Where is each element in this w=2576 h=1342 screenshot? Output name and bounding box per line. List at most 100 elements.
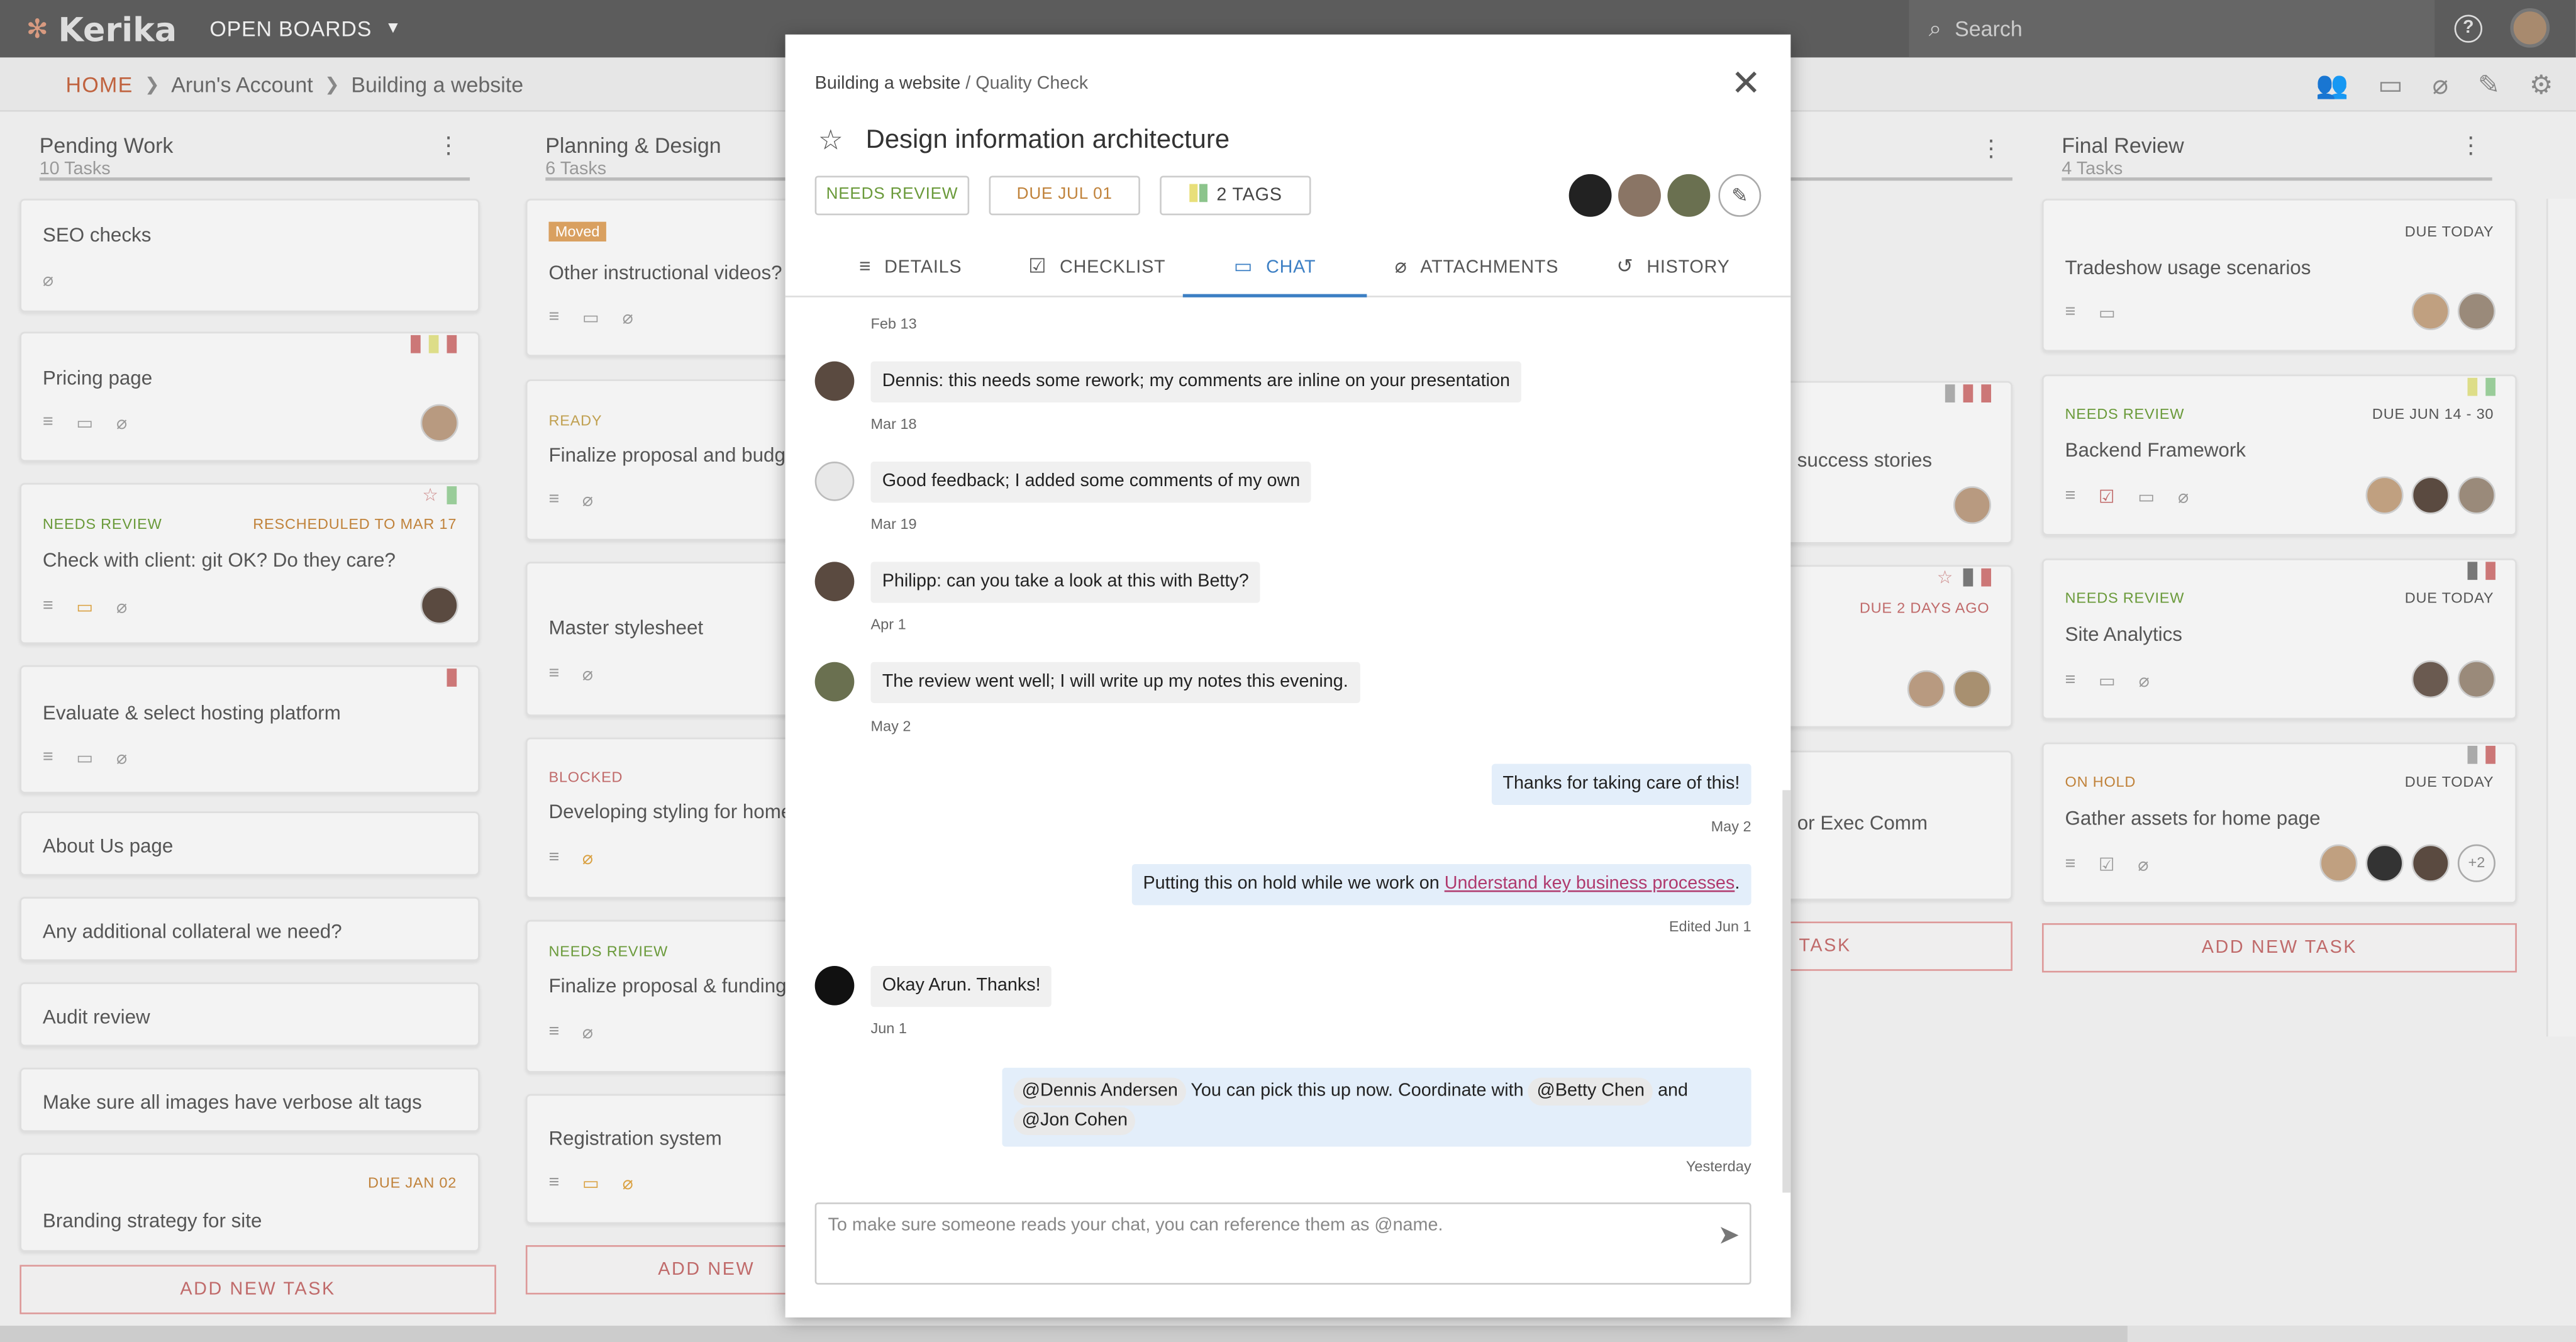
- tab-details[interactable]: ≡ DETAILS: [859, 238, 962, 297]
- task-card[interactable]: DUE JAN 02 Branding strategy for site: [19, 1153, 480, 1252]
- member-avatar[interactable]: [1568, 174, 1612, 217]
- tag-flag: [447, 486, 457, 504]
- card-icons: ≡ ▭ ⌀: [43, 748, 127, 769]
- chat-message-mine: @Dennis Andersen You can pick this up no…: [1002, 1067, 1752, 1147]
- modal-crumb-board[interactable]: Building a website: [815, 74, 961, 94]
- tab-checklist[interactable]: ☑ CHECKLIST: [1028, 238, 1165, 297]
- mention[interactable]: @Dennis Andersen: [1013, 1077, 1186, 1106]
- attachment-icon: ⌀: [116, 749, 128, 769]
- more-members-badge[interactable]: +2: [2457, 844, 2496, 882]
- task-card[interactable]: NEEDS REVIEW DUE JUN 14 - 30 Backend Fra…: [2041, 374, 2517, 536]
- tags-badge[interactable]: 2 TAGS: [1160, 175, 1311, 216]
- task-card[interactable]: Make sure all images have verbose alt ta…: [19, 1067, 480, 1132]
- card-title: Developing styling for home: [548, 800, 792, 823]
- kerika-logo[interactable]: ✻ Kerika: [26, 9, 177, 48]
- task-card[interactable]: Audit review: [19, 982, 480, 1046]
- member-avatar[interactable]: [1667, 174, 1711, 217]
- edit-members-icon[interactable]: ✎: [1718, 174, 1762, 217]
- modal-tabs: ≡ DETAILS ☑ CHECKLIST ▭ CHAT ⌀ ATTACHMENTS ↺…: [785, 238, 1791, 297]
- checklist-icon: ☑: [1028, 254, 1047, 278]
- details-icon: ≡: [2065, 486, 2076, 506]
- task-card[interactable]: ON HOLD DUE TODAY Gather assets for home…: [2041, 742, 2517, 904]
- message-text: You can pick this up now. Coordinate wit…: [1191, 1080, 1524, 1101]
- status-badge[interactable]: NEEDS REVIEW: [814, 175, 970, 216]
- task-card[interactable]: Any additional collateral we need?: [19, 897, 480, 962]
- author-avatar: [814, 965, 855, 1006]
- card-icons: ≡ ▭ ⌀: [548, 307, 633, 328]
- tag-flag: [1963, 384, 1974, 402]
- chevron-right-icon: ❯: [144, 74, 160, 95]
- team-icon[interactable]: 👥: [2316, 69, 2348, 102]
- tab-chat[interactable]: ▭ CHAT: [1182, 238, 1367, 297]
- member-avatar[interactable]: [1618, 174, 1661, 217]
- task-card[interactable]: success stories: [1774, 381, 2012, 544]
- mention[interactable]: @Jon Cohen: [1013, 1107, 1136, 1136]
- task-card[interactable]: SEO checks ⌀: [19, 199, 480, 313]
- chat-icon: ▭: [76, 597, 94, 618]
- task-card[interactable]: NEEDS REVIEW DUE TODAY Site Analytics ≡ ▭…: [2041, 558, 2517, 720]
- add-new-task-button[interactable]: TASK: [1774, 921, 2012, 971]
- user-avatar[interactable]: [2510, 8, 2550, 48]
- chat-messages[interactable]: Feb 13 Dennis: this needs some rework; m…: [786, 297, 1791, 1193]
- column-header: Final Review 4 Tasks ⋮: [2062, 115, 2492, 181]
- card-title: Pricing page: [42, 366, 153, 390]
- card-icons: ≡ ▭: [2065, 302, 2116, 324]
- tag-flag: [2485, 562, 2496, 580]
- avatar: [2411, 292, 2450, 331]
- attachment-icon[interactable]: ⌀: [2433, 69, 2448, 102]
- card-icons: ≡ ☑ ▭ ⌀: [2065, 486, 2189, 507]
- avatar: [2457, 476, 2496, 514]
- task-card[interactable]: About Us page: [19, 811, 480, 876]
- avatar: [2411, 660, 2450, 699]
- close-icon[interactable]: ✕: [1731, 65, 1761, 101]
- checklist-icon: ☑: [2098, 487, 2115, 508]
- attachment-icon: ⌀: [2178, 487, 2189, 508]
- kebab-menu-icon[interactable]: ⋮: [2459, 131, 2482, 159]
- attachment-icon: ⌀: [582, 1023, 594, 1043]
- tools-icon[interactable]: ✎: [2478, 69, 2500, 102]
- author-avatar: [814, 662, 855, 702]
- gear-icon[interactable]: ⚙: [2529, 69, 2553, 102]
- horizontal-scrollbar[interactable]: [0, 1326, 2576, 1342]
- chat-message: Philipp: can you take a look at this wit…: [870, 562, 1261, 603]
- task-card[interactable]: Evaluate & select hosting platform ≡ ▭ ⌀: [19, 665, 480, 794]
- kebab-menu-icon[interactable]: ⋮: [437, 131, 460, 159]
- card-due: DUE JAN 02: [368, 1174, 457, 1191]
- star-icon[interactable]: ☆: [818, 125, 843, 158]
- card-title: Master stylesheet: [548, 616, 704, 640]
- search-bar[interactable]: ⌕ Search: [1909, 0, 2435, 58]
- breadcrumb-home[interactable]: HOME: [65, 72, 133, 96]
- open-boards-menu[interactable]: OPEN BOARDS ▼: [209, 16, 401, 41]
- mention[interactable]: @Betty Chen: [1528, 1077, 1653, 1106]
- add-new-task-button[interactable]: ADD NEW: [525, 1245, 789, 1295]
- chat-icon[interactable]: ▭: [2378, 69, 2403, 102]
- help-icon[interactable]: ?: [2454, 14, 2483, 43]
- card-due: DUE TODAY: [2404, 774, 2494, 790]
- task-modal: Building a website / Quality Check ✕ ☆ D…: [785, 34, 1791, 1317]
- tab-label: CHECKLIST: [1060, 258, 1166, 278]
- task-card[interactable]: ☆ DUE 2 DAYS AGO: [1774, 565, 2012, 728]
- task-card[interactable]: or Exec Comm: [1774, 750, 2012, 901]
- card-title: success stories: [1797, 448, 1933, 472]
- due-date-badge[interactable]: DUE JUL 01: [989, 175, 1140, 216]
- tab-history[interactable]: ↺ HISTORY: [1616, 238, 1729, 297]
- add-new-task-button[interactable]: ADD NEW TASK: [19, 1265, 496, 1314]
- card-title: or Exec Comm: [1797, 811, 1928, 835]
- task-card[interactable]: Pricing page ≡ ▭ ⌀: [19, 331, 480, 462]
- breadcrumb-account[interactable]: Arun's Account: [171, 72, 313, 96]
- send-icon[interactable]: ➤: [1718, 1219, 1740, 1251]
- add-new-task-button[interactable]: ADD NEW TASK: [2041, 923, 2517, 973]
- card-status: BLOCKED: [548, 768, 623, 785]
- task-card[interactable]: ☆ NEEDS REVIEW RESCHEDULED TO MAR 17 Che…: [19, 482, 480, 644]
- task-title[interactable]: Design information architecture: [866, 126, 1230, 156]
- task-link[interactable]: Understand key business processes: [1445, 874, 1735, 894]
- modal-breadcrumb: Building a website / Quality Check: [815, 74, 1088, 94]
- card-title: Tradeshow usage scenarios: [2065, 256, 2311, 280]
- task-card[interactable]: DUE TODAY Tradeshow usage scenarios ≡ ▭: [2041, 199, 2517, 352]
- tab-attachments[interactable]: ⌀ ATTACHMENTS: [1395, 238, 1558, 297]
- kebab-menu-icon[interactable]: ⋮: [1980, 135, 2003, 162]
- chat-input[interactable]: To make sure someone reads your chat, yo…: [814, 1202, 1752, 1285]
- chat-icon: ▭: [582, 1174, 600, 1195]
- column-title: Final Review: [2062, 133, 2184, 158]
- message-date: Apr 1: [870, 616, 906, 633]
